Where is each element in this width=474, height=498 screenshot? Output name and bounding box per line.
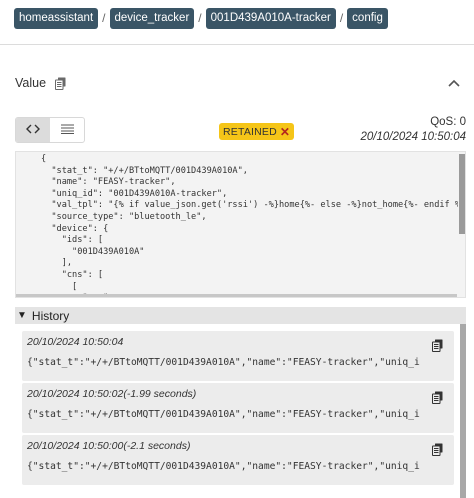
breadcrumb-item-tracker-id[interactable]: 001D439A010A-tracker <box>205 7 336 29</box>
message-timestamp: 20/10/2024 10:50:04 <box>360 131 466 143</box>
value-section-header: Value <box>15 72 460 94</box>
breadcrumb-separator: / <box>102 11 106 25</box>
code-horizontal-scrollbar[interactable] <box>16 294 457 297</box>
code-line: { <box>41 154 47 164</box>
code-line: "name": "FEASY-tracker", <box>41 177 176 188</box>
history-scrollbar-thumb[interactable] <box>460 324 466 498</box>
code-line: "device": { <box>41 223 109 234</box>
breadcrumb: homeassistant / device_tracker / 001D439… <box>14 7 388 29</box>
code-icon <box>26 121 40 139</box>
code-line: "source_type": "bluetooth_le", <box>41 211 207 222</box>
code-line: ], <box>41 258 73 269</box>
code-line: "uniq_id": "001D439A010A-tracker", <box>41 188 228 199</box>
retained-label: RETAINED <box>223 125 277 138</box>
history-item-value: {"stat_t":"+/+/BTtoMQTT/001D439A010A","n… <box>27 357 420 368</box>
retained-badge[interactable]: RETAINED ✕ <box>219 123 295 140</box>
qos-label: QoS: 0 <box>430 116 466 128</box>
history-toggle[interactable]: ▼ History <box>15 307 466 324</box>
history-item-time: 20/10/2024 10:50:02(-1.99 seconds) <box>27 388 197 400</box>
caret-down-icon: ▼ <box>17 310 27 321</box>
code-scrollbar[interactable] <box>458 152 465 297</box>
history-item[interactable]: 20/10/2024 10:50:02(-1.99 seconds) {"sta… <box>22 383 454 433</box>
code-line: [ <box>41 281 78 292</box>
history-item-value: {"stat_t":"+/+/BTtoMQTT/001D439A010A","n… <box>27 461 420 472</box>
history-scrollbar[interactable] <box>460 324 466 498</box>
code-line: "001D439A010A" <box>41 246 145 257</box>
code-view-button[interactable] <box>16 118 50 142</box>
copy-icon[interactable] <box>432 443 443 456</box>
code-line: "ids": [ <box>41 235 104 246</box>
view-toggle <box>15 117 85 143</box>
divider <box>0 44 474 45</box>
payload-code-view[interactable]: { "stat_t": "+/+/BTtoMQTT/001D439A010A",… <box>15 151 466 298</box>
breadcrumb-item-config[interactable]: config <box>347 7 388 29</box>
history-item-time: 20/10/2024 10:50:00(-2.1 seconds) <box>27 440 191 452</box>
code-line: "val_tpl": "{% if value_json.get('rssi')… <box>41 200 466 211</box>
breadcrumb-item-homeassistant[interactable]: homeassistant <box>14 7 99 29</box>
chevron-up-icon[interactable] <box>448 79 460 87</box>
history-item[interactable]: 20/10/2024 10:50:00(-2.1 seconds) {"stat… <box>22 435 454 485</box>
list-icon <box>60 121 74 139</box>
code-line: "cns": [ <box>41 269 104 280</box>
close-icon[interactable]: ✕ <box>280 125 290 139</box>
breadcrumb-separator: / <box>198 11 202 25</box>
list-view-button[interactable] <box>50 118 84 142</box>
history-item[interactable]: 20/10/2024 10:50:04 {"stat_t":"+/+/BTtoM… <box>22 331 454 381</box>
history-title: History <box>31 308 70 323</box>
payload-code-text: { "stat_t": "+/+/BTtoMQTT/001D439A010A",… <box>41 154 466 297</box>
copy-icon[interactable] <box>432 339 443 352</box>
history-item-value: {"stat_t":"+/+/BTtoMQTT/001D439A010A","n… <box>27 409 420 420</box>
breadcrumb-item-device-tracker[interactable]: device_tracker <box>109 7 195 29</box>
value-label: Value <box>15 76 47 90</box>
copy-icon[interactable] <box>432 391 443 404</box>
history-item-time: 20/10/2024 10:50:04 <box>27 336 124 348</box>
copy-icon[interactable] <box>55 77 66 90</box>
code-scrollbar-thumb[interactable] <box>459 154 465 234</box>
breadcrumb-separator: / <box>339 11 344 25</box>
code-line: "stat_t": "+/+/BTtoMQTT/001D439A010A", <box>41 165 248 176</box>
